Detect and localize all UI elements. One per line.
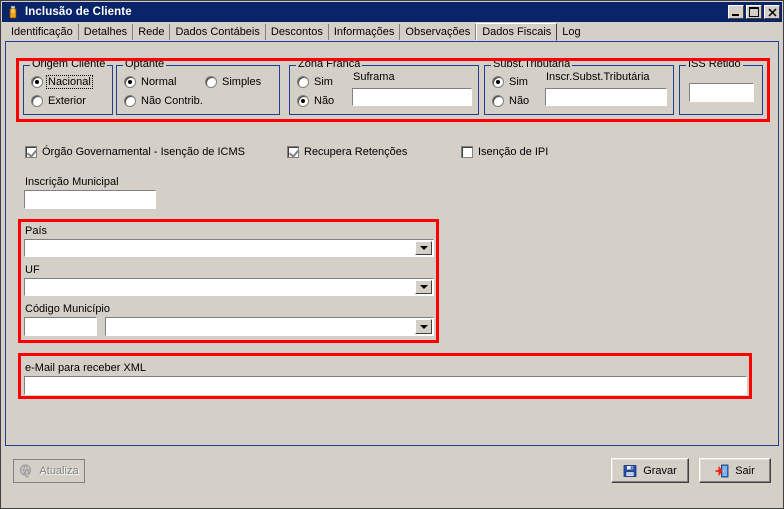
radio-dot-icon [297,95,309,107]
suframa-label: Suframa [353,71,395,83]
radio-dot-icon [205,76,217,88]
tab-detalhes[interactable]: Detalhes [79,24,134,40]
inscricao-municipal-label: Inscrição Municipal [25,176,119,188]
window-title: Inclusão de Cliente [25,6,132,18]
tab-observacoes[interactable]: Observações [400,24,477,40]
radio-dot-icon [31,76,43,88]
radio-zona-franca-sim[interactable]: Sim [297,76,334,88]
checkbox-orgao-governamental[interactable]: Órgão Governamental - Isenção de ICMS [25,146,245,158]
user-icon [6,5,20,19]
radio-dot-icon [124,76,136,88]
checkbox-isencao-ipi[interactable]: Isenção de IPI [461,146,548,158]
radio-zona-franca-sim-label: Sim [314,76,333,88]
floppy-save-icon [623,464,637,478]
email-xml-input[interactable] [24,376,747,395]
radio-optante-normal[interactable]: Normal [124,76,177,88]
checkbox-recupera-retencoes[interactable]: Recupera Retenções [287,146,407,158]
atualiza-button[interactable]: Atualiza [13,459,85,483]
suframa-input[interactable] [352,88,472,106]
checkbox-box-icon [25,146,37,158]
tab-rede[interactable]: Rede [133,24,171,40]
email-xml-label: e-Mail para receber XML [25,362,147,374]
checkbox-recupera-retencoes-label: Recupera Retenções [304,146,408,158]
radio-subst-trib-nao-label: Não [509,95,530,107]
group-iss-retido: ISS Retido [679,59,763,115]
sair-button[interactable]: Sair [699,458,771,483]
codigo-municipio-label: Código Município [25,303,110,315]
group-subst-tributaria-title: Subst.Tributária [491,58,573,70]
radio-origem-exterior[interactable]: Exterior [31,95,87,107]
radio-optante-normal-label: Normal [141,76,177,88]
radio-dot-icon [492,76,504,88]
inscr-subst-tributaria-label: Inscr.Subst.Tributária [546,71,650,83]
group-zona-franca-title: Zona Franca [296,58,363,70]
radio-subst-trib-nao[interactable]: Não [492,95,530,107]
uf-combobox[interactable] [24,278,434,296]
radio-dot-icon [297,76,309,88]
tab-informacoes[interactable]: Informações [329,24,401,40]
iss-retido-input[interactable] [689,83,754,102]
radio-subst-trib-sim[interactable]: Sim [492,76,529,88]
exit-door-icon [715,464,729,478]
inscr-subst-tributaria-input[interactable] [545,88,667,106]
tab-identificacao[interactable]: Identificação [6,24,79,40]
group-optante-title: Optante [123,58,167,70]
radio-optante-simples-label: Simples [222,76,262,88]
checkbox-orgao-governamental-label: Órgão Governamental - Isenção de ICMS [42,146,245,158]
group-zona-franca: Zona Franca Sim Não Suframa [289,59,479,115]
radio-origem-exterior-label: Exterior [48,95,86,107]
checkbox-box-icon [287,146,299,158]
radio-origem-nacional-label: Nacional [46,75,93,89]
radio-dot-icon [124,95,136,107]
codigo-municipio-name-combobox[interactable] [105,317,434,336]
group-origem-cliente: Origem Cliente Nacional Exterior [23,59,113,115]
inscricao-municipal-input[interactable] [24,190,156,209]
uf-label: UF [25,264,40,276]
group-optante: Optante Normal Simples Não Contrib. [116,59,280,115]
radio-dot-icon [492,95,504,107]
gravar-button-label: Gravar [643,464,677,477]
radio-zona-franca-nao-label: Não [314,95,335,107]
group-subst-tributaria: Subst.Tributária Sim Não Inscr.Subst.Tri… [484,59,674,115]
window-controls [728,5,780,19]
chevron-down-icon[interactable] [415,319,432,334]
pais-combobox[interactable] [24,239,434,257]
gravar-button[interactable]: Gravar [611,458,689,483]
radio-subst-trib-sim-label: Sim [509,76,528,88]
close-button[interactable] [764,5,780,19]
atualiza-button-label: Atualiza [39,465,79,477]
application-window: Inclusão de Cliente Identificação Detalh… [0,0,784,509]
radio-zona-franca-nao[interactable]: Não [297,95,335,107]
group-origem-cliente-title: Origem Cliente [30,58,108,70]
title-bar: Inclusão de Cliente [2,2,782,22]
checkbox-isencao-ipi-label: Isenção de IPI [478,146,549,158]
tab-descontos[interactable]: Descontos [266,24,329,40]
tab-dados-fiscais[interactable]: Dados Fiscais [476,23,558,41]
radio-optante-nao-contrib-label: Não Contrib. [141,95,203,107]
tab-content-panel: Origem Cliente Nacional Exterior Optante… [5,41,779,446]
minimize-button[interactable] [728,5,744,19]
radio-dot-icon [31,95,43,107]
radio-optante-simples[interactable]: Simples [205,76,262,88]
pais-label: País [25,225,48,237]
maximize-button[interactable] [746,5,762,19]
radio-origem-nacional[interactable]: Nacional [31,75,93,89]
refresh-globe-icon [19,464,33,478]
group-iss-retido-title: ISS Retido [686,58,743,70]
chevron-down-icon[interactable] [415,280,432,294]
sair-button-label: Sair [735,464,755,477]
chevron-down-icon[interactable] [415,241,432,255]
checkbox-box-icon [461,146,473,158]
tab-log[interactable]: Log [557,24,585,40]
codigo-municipio-code-input[interactable] [24,317,97,336]
tab-bar: Identificação Detalhes Rede Dados Contáb… [2,22,782,41]
radio-optante-nao-contrib[interactable]: Não Contrib. [124,95,204,107]
tab-dados-contabeis[interactable]: Dados Contábeis [170,24,266,40]
